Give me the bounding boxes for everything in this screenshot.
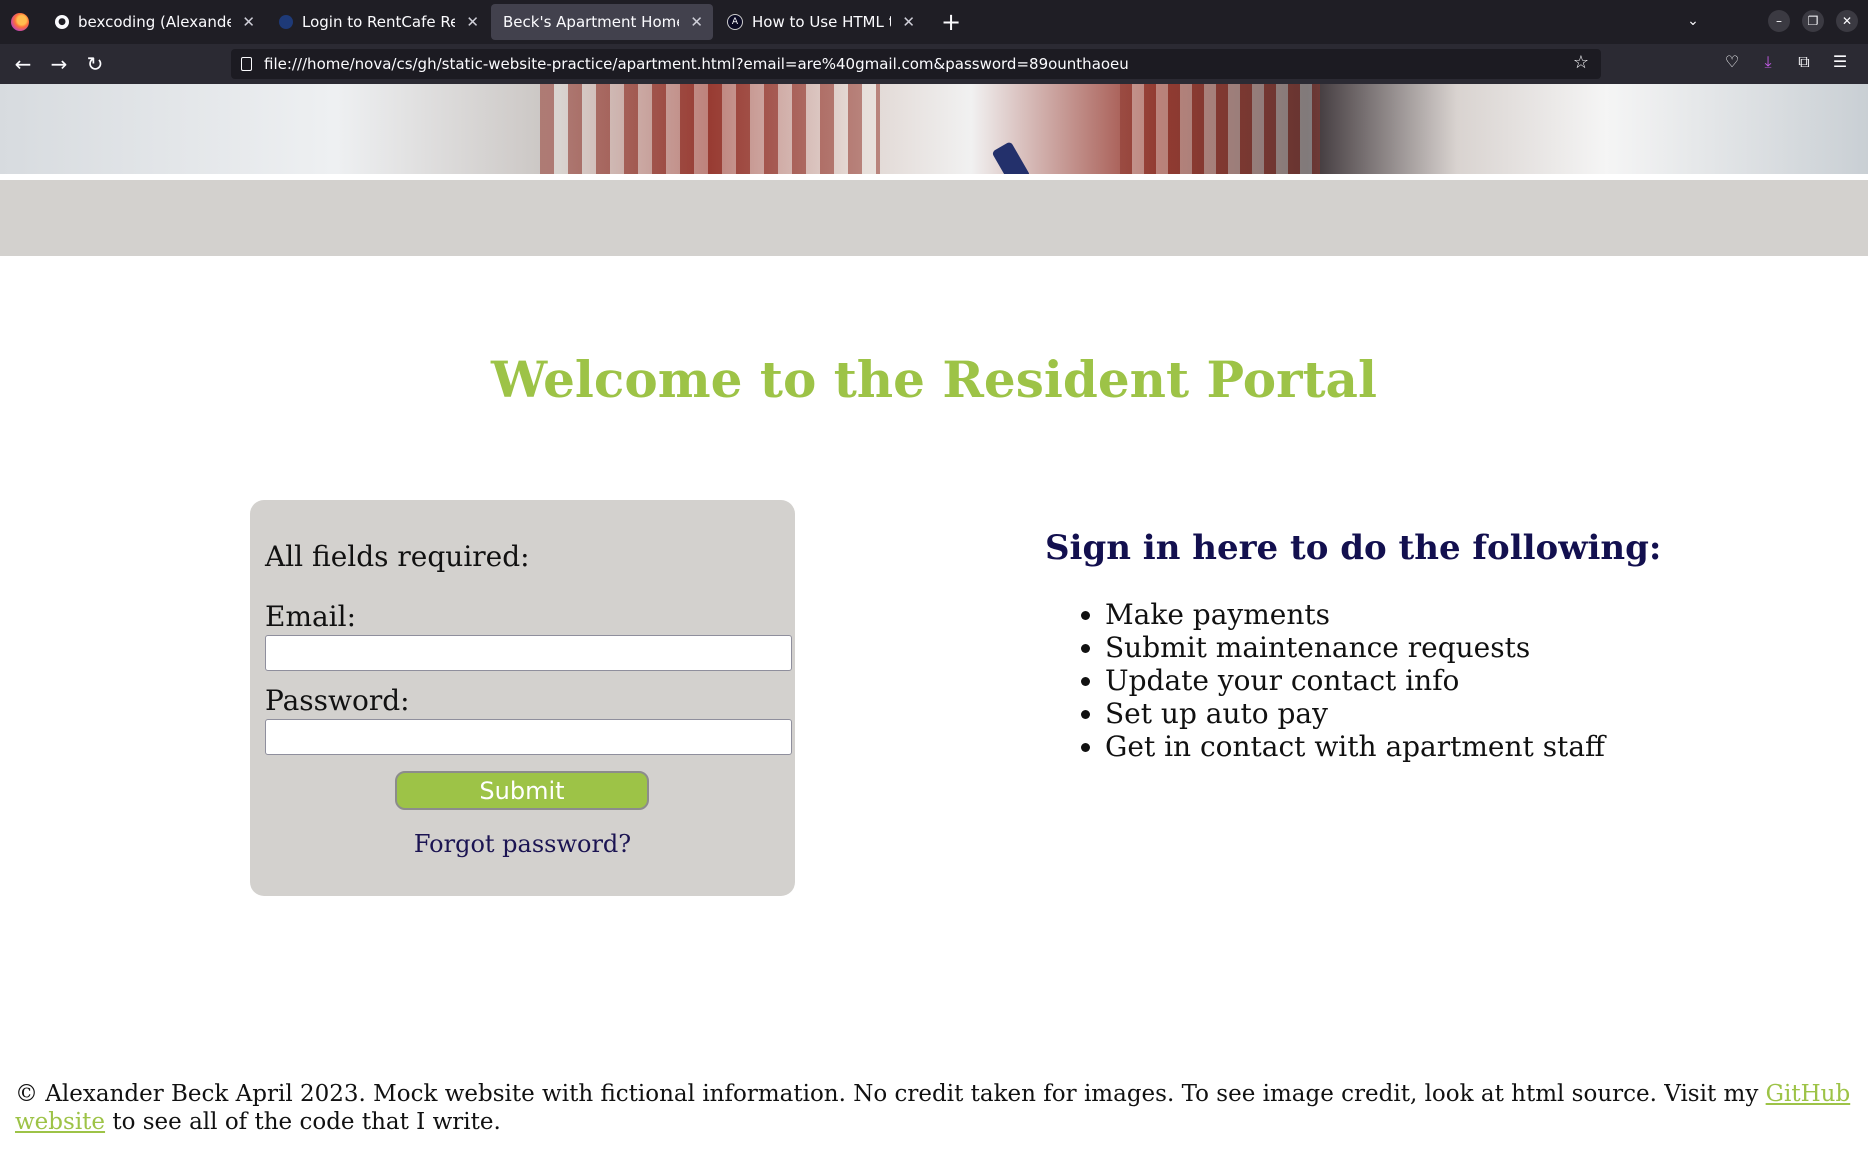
url-text[interactable]: file:///home/nova/cs/gh/static-website-p…	[264, 55, 1129, 73]
tab-title: Beck's Apartment Homes	[503, 13, 679, 31]
address-bar[interactable]: file:///home/nova/cs/gh/static-website-p…	[231, 49, 1601, 79]
submit-button[interactable]: Submit	[395, 771, 649, 810]
hero-image-detail	[1120, 84, 1320, 174]
tab-freecodecamp[interactable]: A How to Use HTML to Ope ✕	[715, 4, 925, 40]
features-list: Make payments Submit maintenance request…	[1045, 598, 1661, 763]
back-icon[interactable]: ←	[5, 52, 41, 76]
pocket-icon[interactable]: ♡	[1714, 52, 1750, 72]
features-section: Sign in here to do the following: Make p…	[1045, 528, 1661, 763]
toolbar-icons: ♡ ⤓ ⧉ ☰	[1714, 52, 1858, 72]
page-title: Welcome to the Resident Portal	[491, 350, 1377, 409]
list-item: Make payments	[1105, 598, 1661, 631]
downloads-icon[interactable]: ⤓	[1750, 52, 1786, 72]
github-icon: ●	[55, 15, 69, 29]
list-item: Get in contact with apartment staff	[1105, 730, 1661, 763]
close-window-icon[interactable]: ✕	[1836, 10, 1858, 32]
list-item: Submit maintenance requests	[1105, 631, 1661, 664]
close-tab-icon[interactable]: ✕	[690, 13, 703, 31]
hero-banner-image	[0, 84, 1868, 174]
nav-band	[0, 180, 1868, 256]
hero-image-detail	[540, 84, 880, 174]
password-field[interactable]	[265, 719, 792, 755]
menu-icon[interactable]: ☰	[1822, 52, 1858, 72]
firefox-icon[interactable]	[11, 13, 29, 31]
list-item: Set up auto pay	[1105, 697, 1661, 730]
hero-image-detail	[991, 141, 1031, 174]
email-label: Email:	[265, 600, 357, 633]
close-tab-icon[interactable]: ✕	[466, 13, 479, 31]
tab-title: Login to RentCafe Reside	[302, 13, 455, 31]
footer-text: © Alexander Beck April 2023. Mock websit…	[15, 1081, 1766, 1107]
page-info-icon[interactable]	[241, 57, 252, 71]
forgot-password-link[interactable]: Forgot password?	[250, 830, 795, 858]
footer: © Alexander Beck April 2023. Mock websit…	[15, 1080, 1855, 1136]
required-note: All fields required:	[265, 540, 530, 573]
features-heading: Sign in here to do the following:	[1045, 528, 1662, 568]
browser-nav-bar: ← → ↻ file:///home/nova/cs/gh/static-web…	[0, 44, 1868, 84]
tab-title: How to Use HTML to Ope	[752, 13, 891, 31]
tab-github[interactable]: ● bexcoding (Alexander Be ✕	[43, 4, 265, 40]
close-tab-icon[interactable]: ✕	[242, 13, 255, 31]
browser-tab-bar: ● bexcoding (Alexander Be ✕ Login to Ren…	[0, 0, 1868, 44]
window-controls: ⌄ – ❐ ✕	[1670, 10, 1858, 32]
forward-icon[interactable]: →	[41, 52, 77, 76]
rentcafe-icon	[279, 15, 293, 29]
close-tab-icon[interactable]: ✕	[902, 13, 915, 31]
list-item: Update your contact info	[1105, 664, 1661, 697]
reload-icon[interactable]: ↻	[77, 52, 113, 76]
password-label: Password:	[265, 684, 410, 717]
minimize-icon[interactable]: –	[1768, 10, 1790, 32]
tab-rentcafe[interactable]: Login to RentCafe Reside ✕	[267, 4, 489, 40]
bookmark-star-icon[interactable]: ☆	[1573, 52, 1589, 73]
restore-icon[interactable]: ❐	[1802, 10, 1824, 32]
freecodecamp-icon: A	[727, 14, 743, 30]
tab-list-chevron-icon[interactable]: ⌄	[1682, 10, 1704, 32]
login-form: All fields required: Email: Password: Su…	[250, 500, 795, 896]
extensions-icon[interactable]: ⧉	[1786, 52, 1822, 72]
email-field[interactable]	[265, 635, 792, 671]
tab-becks-apartment[interactable]: Beck's Apartment Homes ✕	[491, 4, 713, 40]
tab-title: bexcoding (Alexander Be	[78, 13, 231, 31]
footer-text: to see all of the code that I write.	[105, 1109, 501, 1135]
new-tab-button[interactable]: +	[941, 8, 961, 36]
